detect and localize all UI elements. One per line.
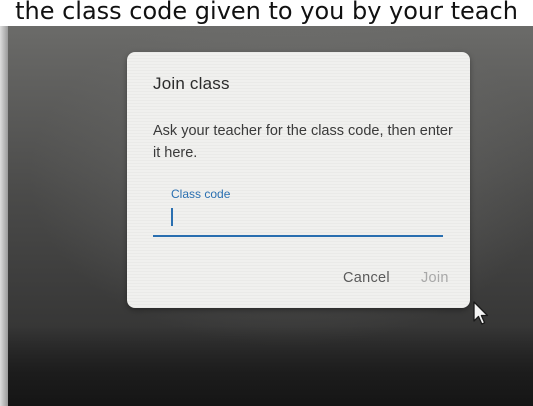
photo-edge <box>0 26 8 406</box>
class-code-field[interactable]: Class code <box>153 184 443 238</box>
class-code-input[interactable] <box>171 204 431 228</box>
field-underline <box>153 235 443 237</box>
text-caret <box>171 208 173 226</box>
join-class-dialog: Join class Ask your teacher for the clas… <box>127 52 470 308</box>
dialog-title: Join class <box>153 74 230 93</box>
class-code-label: Class code <box>171 187 231 201</box>
instruction-caption: the class code given to you by your teac… <box>0 0 533 28</box>
mouse-pointer-icon <box>473 301 489 325</box>
join-button[interactable]: Join <box>421 270 449 286</box>
cancel-button[interactable]: Cancel <box>343 270 390 286</box>
dialog-description: Ask your teacher for the class code, the… <box>153 123 453 161</box>
screen-bezel <box>8 326 533 406</box>
